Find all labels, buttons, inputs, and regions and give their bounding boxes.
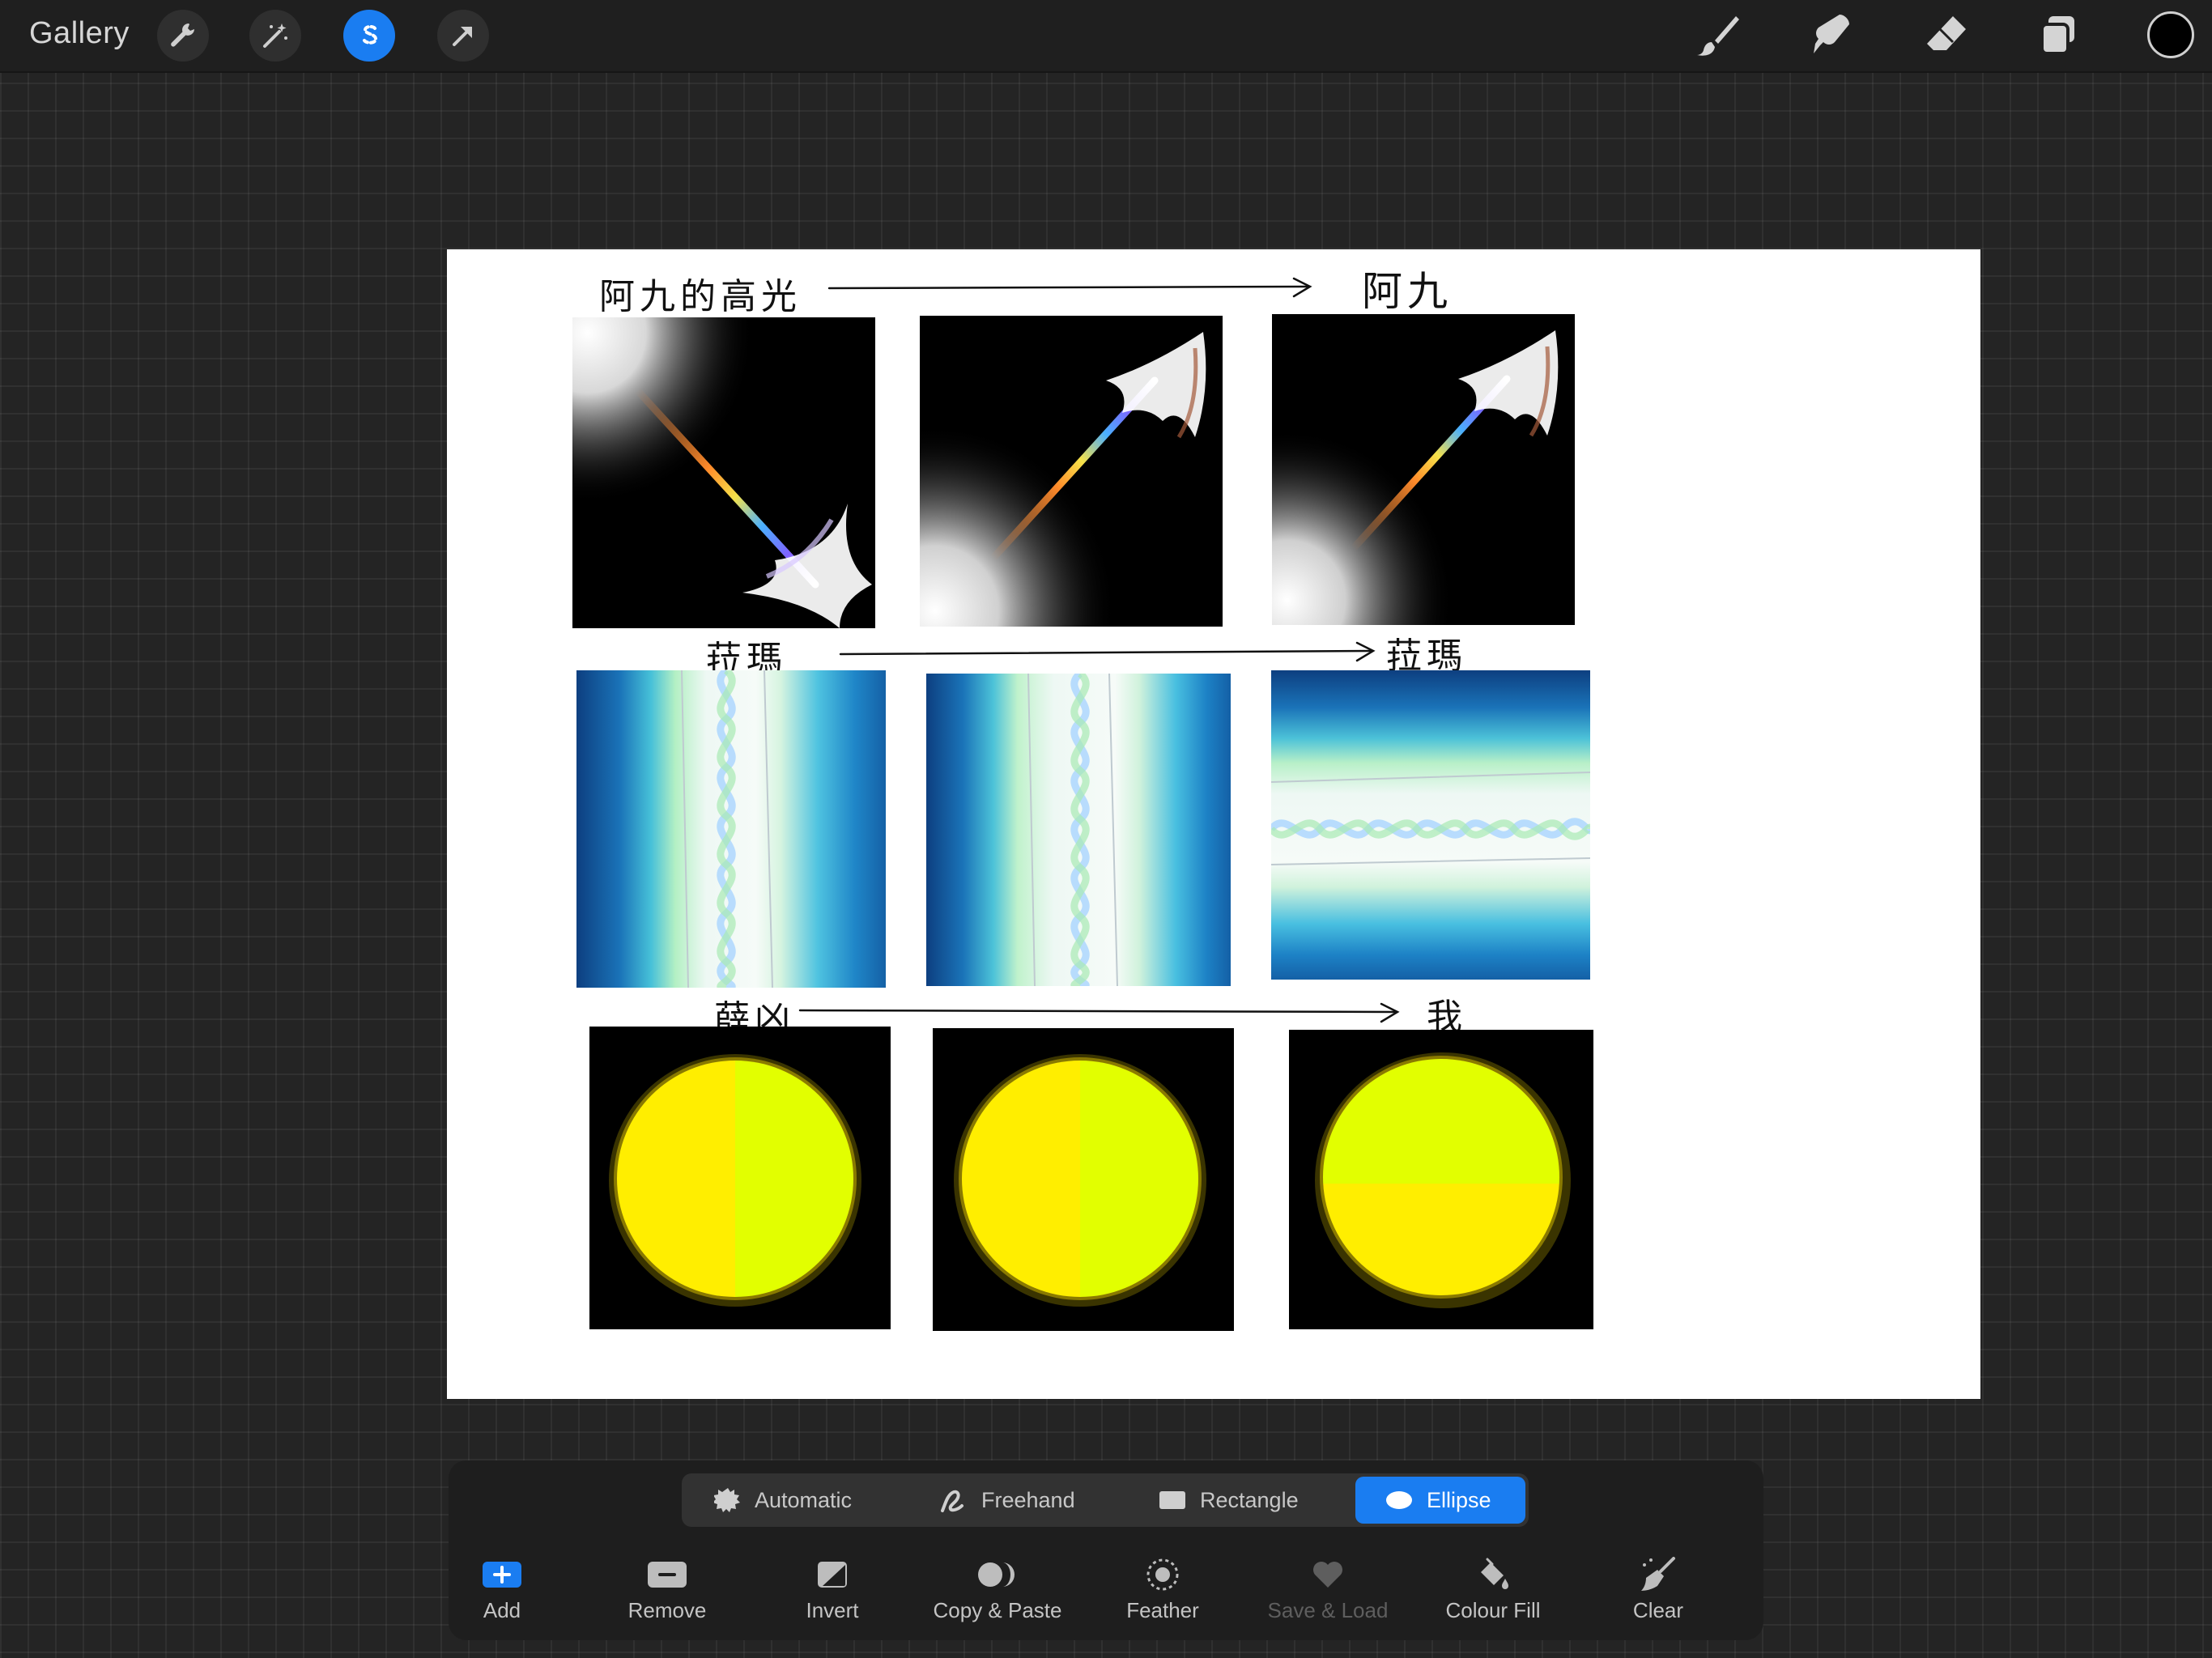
invert-button[interactable]: Invert	[751, 1558, 913, 1630]
selection-panel: Automatic Freehand Rectangle Ellipse Add…	[449, 1460, 1763, 1640]
clear-label: Clear	[1632, 1598, 1684, 1622]
automatic-icon	[714, 1488, 740, 1512]
row1-arrow	[827, 285, 1310, 290]
colour-fill-icon	[1481, 1558, 1508, 1589]
ellipse-icon	[1386, 1491, 1412, 1509]
clear-button[interactable]: Clear	[1577, 1557, 1739, 1630]
smudge-icon[interactable]	[1804, 8, 1859, 63]
mode-ellipse-label: Ellipse	[1427, 1487, 1491, 1512]
add-label: Add	[483, 1598, 521, 1622]
save-load-button[interactable]: Save & Load	[1247, 1558, 1409, 1630]
fabric-tile-2	[926, 674, 1231, 986]
mode-ellipse[interactable]: Ellipse	[1355, 1477, 1525, 1524]
disc-tile-3	[1289, 1030, 1593, 1329]
gallery-button[interactable]: Gallery	[29, 16, 130, 51]
freehand-icon	[941, 1490, 963, 1512]
selection-icon[interactable]	[343, 10, 395, 62]
copy-paste-label: Copy & Paste	[933, 1598, 1062, 1622]
color-swatch[interactable]	[2147, 11, 2194, 58]
highlight-tile-1	[572, 317, 875, 628]
remove-icon	[648, 1562, 687, 1588]
disc-tile-1	[589, 1027, 891, 1329]
brush-icon[interactable]	[1691, 8, 1746, 63]
row2-arrow	[839, 649, 1373, 656]
copy-paste-icon	[978, 1562, 1015, 1587]
save-load-label: Save & Load	[1267, 1598, 1389, 1622]
invert-icon	[818, 1562, 847, 1588]
mode-rectangle-label: Rectangle	[1200, 1487, 1299, 1512]
fabric-tile-1	[576, 670, 886, 988]
drawing-canvas[interactable]: 阿九的高光 阿九 菈瑪 菈瑪 薛凶 我	[447, 249, 1980, 1399]
feather-icon	[1146, 1558, 1179, 1591]
highlight-tile-2	[920, 316, 1223, 627]
save-load-icon	[1313, 1562, 1342, 1588]
highlight-tile-3	[1272, 314, 1575, 625]
mode-freehand-label: Freehand	[981, 1487, 1075, 1512]
remove-label: Remove	[627, 1598, 707, 1622]
feather-label: Feather	[1126, 1598, 1199, 1622]
clear-icon	[1641, 1557, 1675, 1591]
copy-paste-button[interactable]: Copy & Paste	[917, 1558, 1078, 1630]
mode-rectangle[interactable]: Rectangle	[1143, 1477, 1360, 1524]
mode-automatic-label: Automatic	[755, 1487, 853, 1512]
eraser-icon[interactable]	[1919, 8, 1974, 63]
add-icon	[483, 1562, 521, 1588]
disc-tile-2	[933, 1028, 1234, 1331]
mode-automatic[interactable]: Automatic	[698, 1477, 925, 1524]
layers-icon[interactable]	[2031, 8, 2086, 63]
mode-freehand[interactable]: Freehand	[925, 1477, 1132, 1524]
selection-mode-bar: Automatic Freehand Rectangle Ellipse	[682, 1473, 1529, 1527]
transform-arrow-icon[interactable]	[437, 10, 489, 62]
row3-arrow	[798, 1009, 1397, 1014]
invert-label: Invert	[806, 1598, 859, 1622]
fabric-tile-3	[1271, 670, 1590, 980]
remove-button[interactable]: Remove	[586, 1558, 748, 1630]
feather-button[interactable]: Feather	[1082, 1558, 1244, 1630]
colour-fill-button[interactable]: Colour Fill	[1412, 1558, 1574, 1630]
colour-fill-label: Colour Fill	[1445, 1598, 1541, 1622]
rectangle-icon	[1159, 1491, 1185, 1509]
magic-wand-icon[interactable]	[249, 10, 301, 62]
top-toolbar: Gallery	[0, 0, 2212, 73]
add-button[interactable]: Add	[421, 1558, 583, 1630]
wrench-icon[interactable]	[157, 10, 209, 62]
